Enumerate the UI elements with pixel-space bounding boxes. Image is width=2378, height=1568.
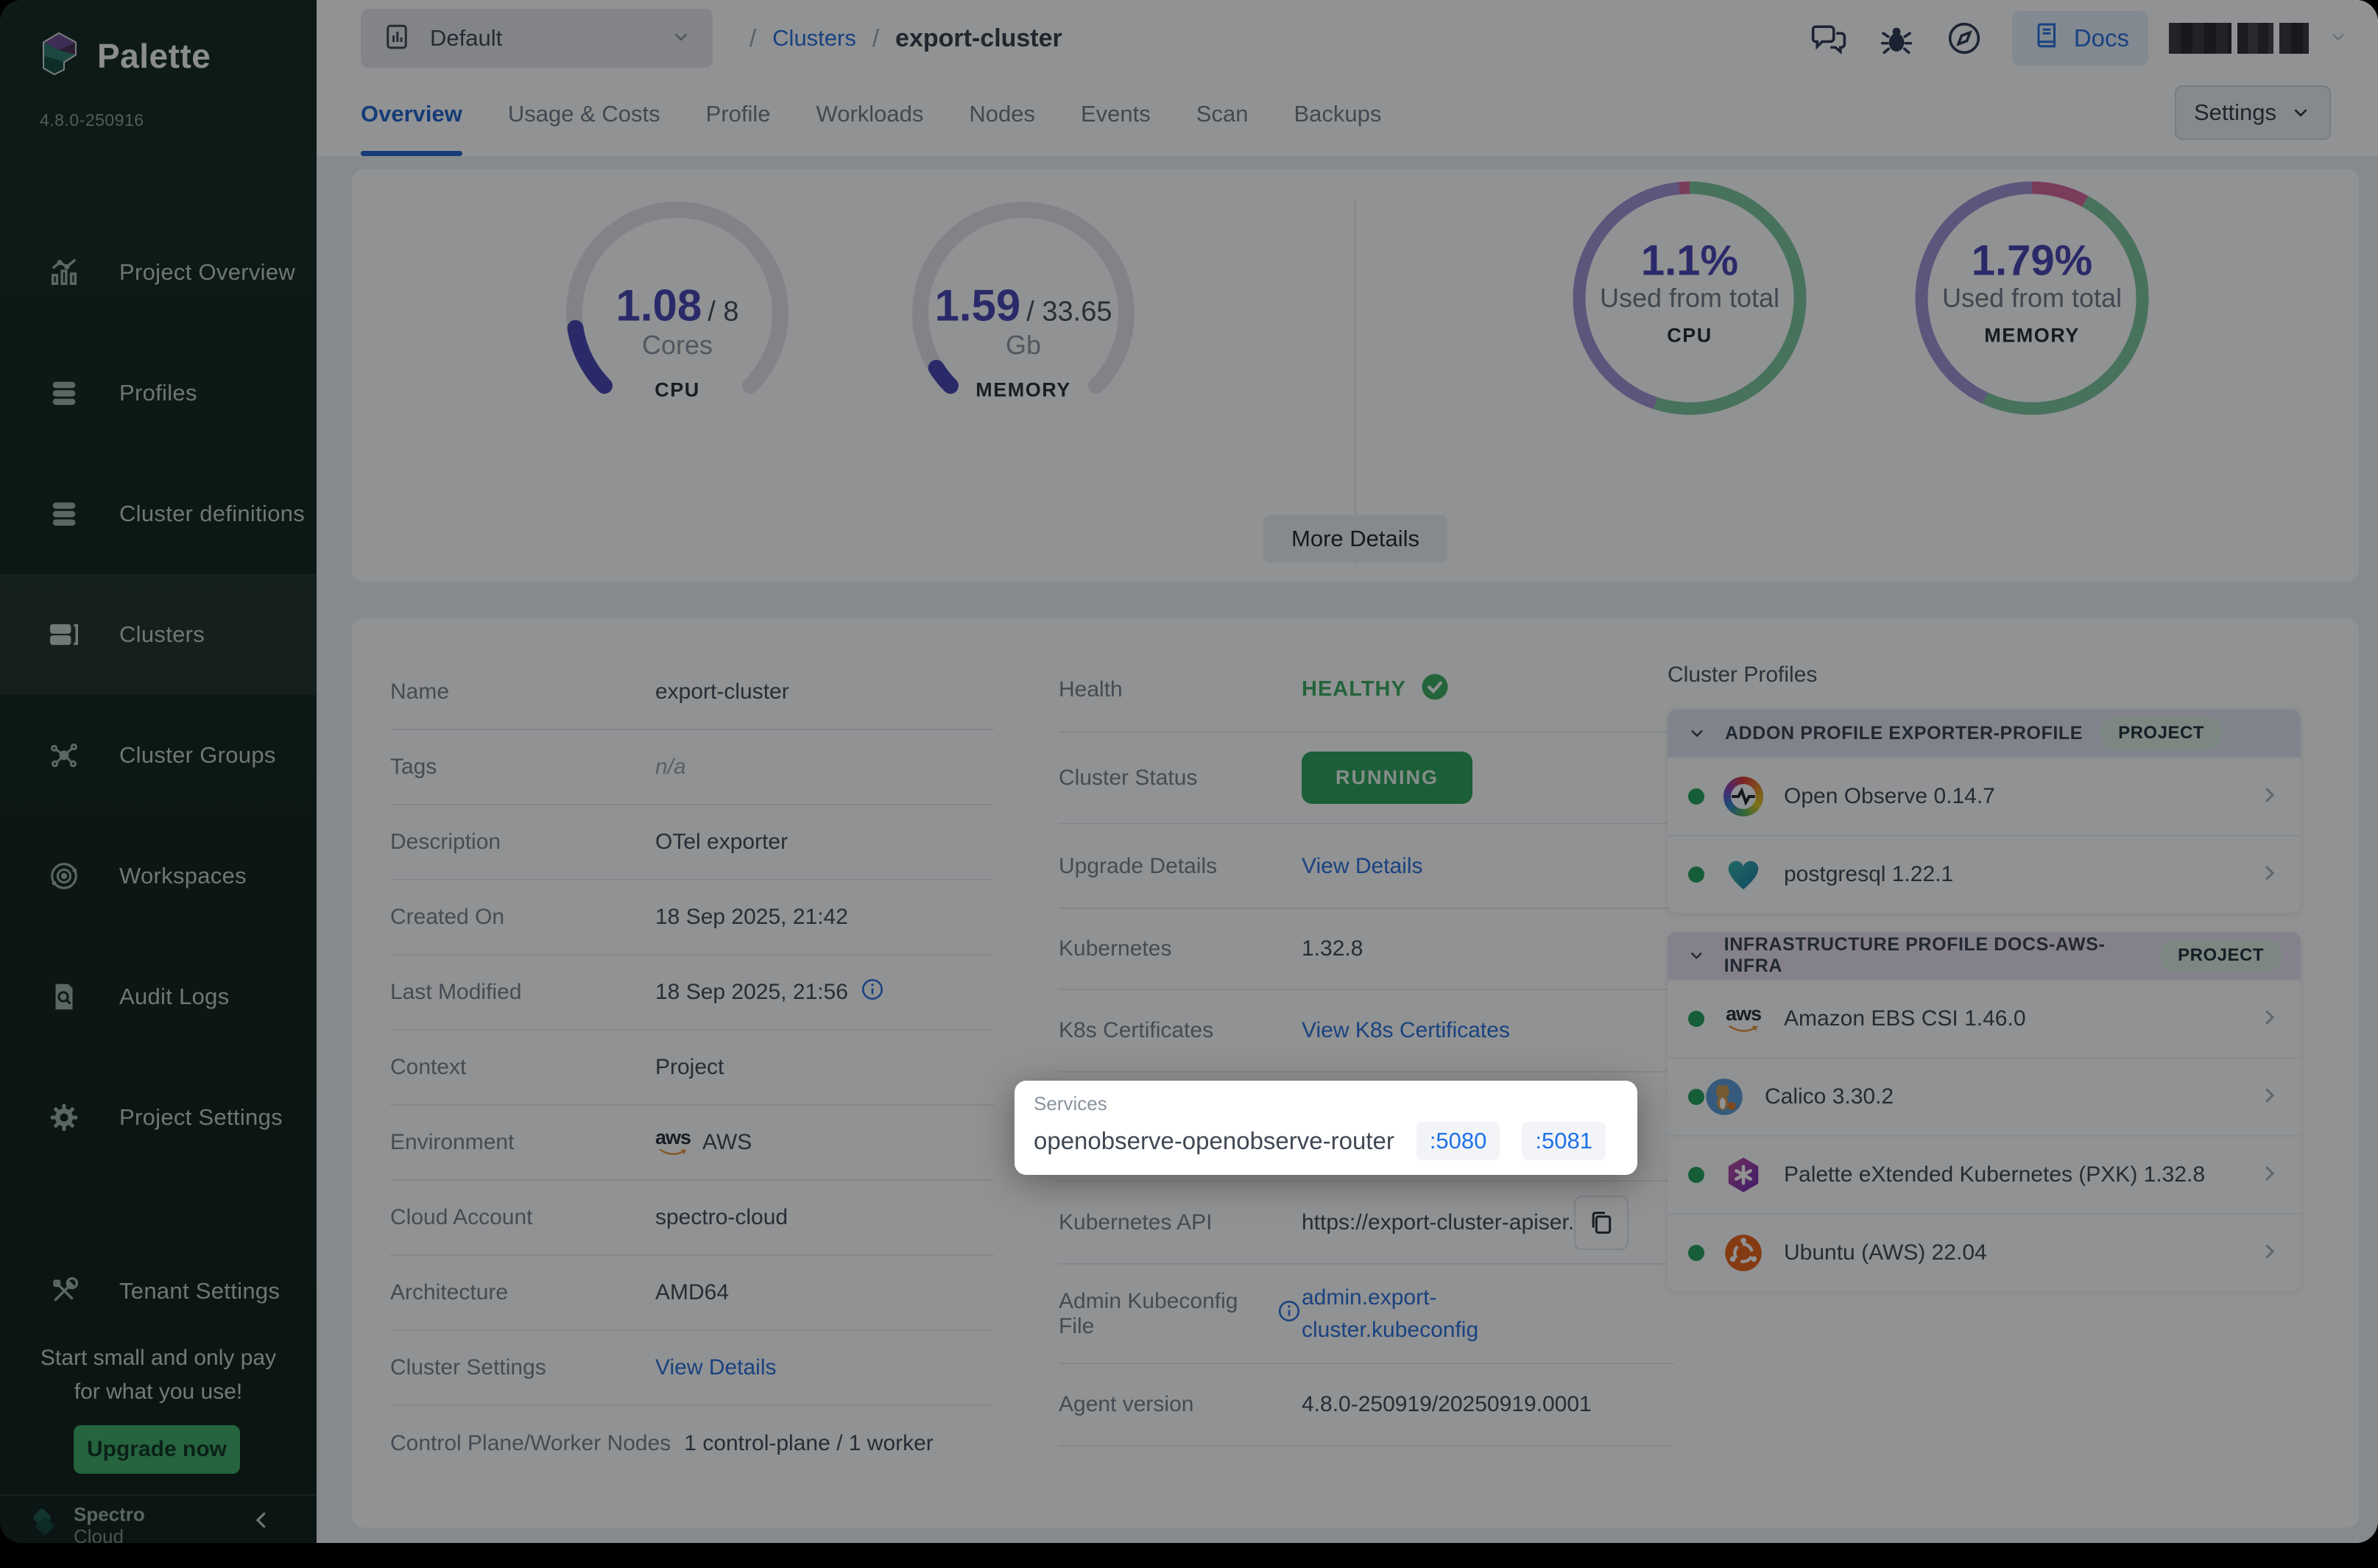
- service-port-link-5080[interactable]: :5080: [1416, 1122, 1500, 1160]
- tour-dim-overlay: [0, 0, 2378, 1543]
- service-port-link-5081[interactable]: :5081: [1522, 1122, 1606, 1160]
- services-spotlight: Services openobserve-openobserve-router …: [1015, 1081, 1637, 1175]
- services-label: Services: [1034, 1092, 1107, 1115]
- service-name: openobserve-openobserve-router: [1034, 1127, 1394, 1155]
- app-window: Palette 4.8.0-250916 Project Overview: [0, 0, 2378, 1543]
